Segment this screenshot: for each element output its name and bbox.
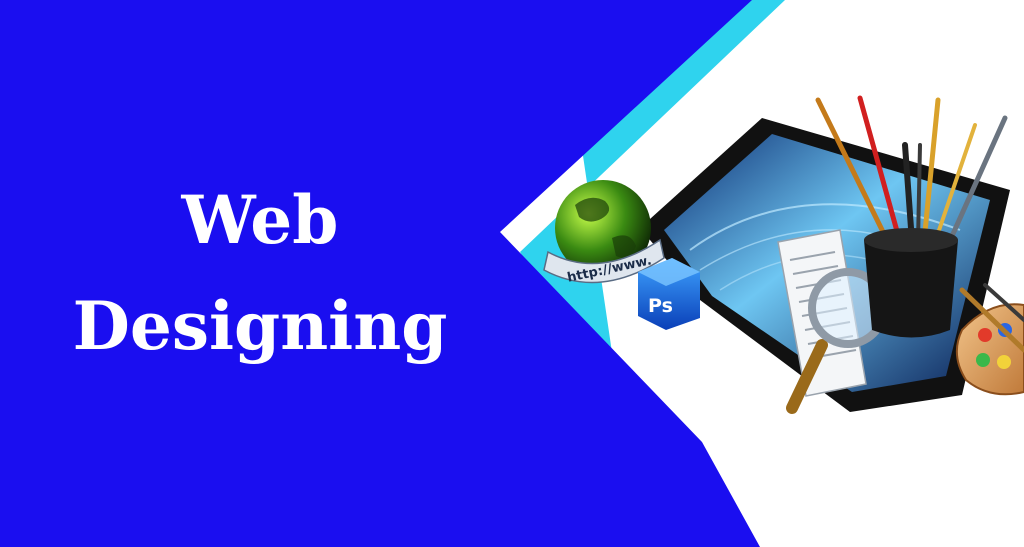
ps-label: Ps [648,295,673,317]
web-design-illustration: http://www. Ps [543,95,1024,414]
web-designing-banner: Web Designing http://www. Ps [0,0,1024,547]
photoshop-icon: Ps [638,258,700,330]
